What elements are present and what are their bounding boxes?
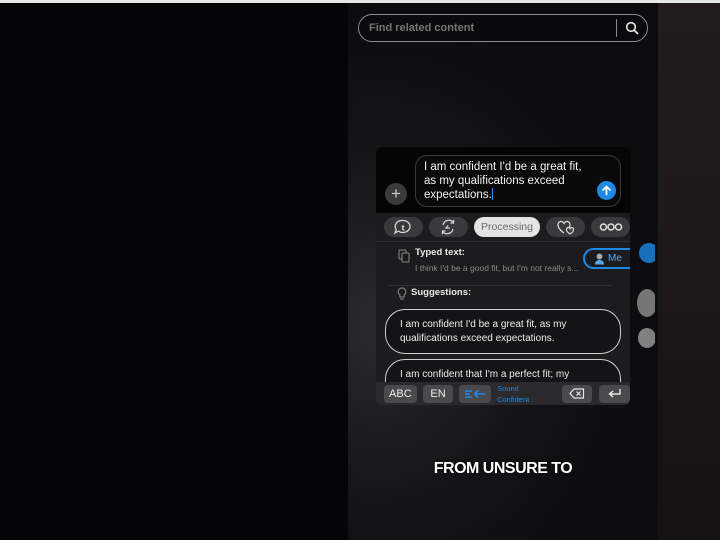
me-label: Me — [608, 253, 622, 264]
send-button[interactable] — [597, 181, 616, 200]
hearts-button[interactable] — [546, 217, 586, 237]
rephrase-button[interactable] — [428, 217, 468, 237]
processing-label: Processing — [481, 221, 533, 233]
tone-label-line1: Sound — [497, 383, 519, 393]
more-button[interactable] — [591, 217, 630, 237]
search-button[interactable] — [617, 15, 647, 41]
typed-text-label: Typed text: — [415, 247, 465, 258]
suggestion-text: I am confident that I'm a perfect fit; m… — [400, 369, 570, 380]
backspace-icon — [569, 388, 585, 399]
background-figure — [637, 243, 655, 348]
processing-button[interactable]: Processing — [473, 217, 541, 237]
phone-screen: + I am confident I'd be a great fit, as … — [348, 3, 658, 540]
plus-icon: + — [391, 184, 401, 203]
backspace-key[interactable] — [561, 384, 593, 403]
message-input[interactable]: I am confident I'd be a great fit, as my… — [415, 155, 621, 207]
video-caption: FROM UNSURE TO — [433, 460, 573, 477]
svg-text:t: t — [402, 223, 405, 233]
search-bar[interactable] — [358, 14, 648, 42]
tone-arrow-icon — [465, 389, 486, 398]
composer: + I am confident I'd be a great fit, as … — [376, 147, 630, 213]
copy-icon — [398, 249, 410, 263]
text-bubble-icon: t — [394, 219, 412, 235]
message-text: I am confident I'd be a great fit, as my… — [424, 161, 582, 201]
feature-toolbar: t Processing — [376, 217, 630, 241]
tone-label: Sound Confident — [497, 383, 551, 405]
suggestion-text: I am confident I'd be a great fit, as my… — [400, 319, 567, 344]
more-icon — [599, 223, 622, 231]
suggestion-card[interactable]: I am confident I'd be a great fit, as my… — [385, 309, 621, 354]
search-input[interactable] — [359, 22, 616, 34]
return-icon — [608, 389, 621, 398]
section-divider — [388, 285, 612, 286]
toolbar-divider — [376, 241, 630, 242]
add-button[interactable]: + — [385, 183, 407, 205]
language-key[interactable]: EN — [422, 384, 454, 403]
abc-key[interactable]: ABC — [384, 384, 417, 403]
me-button[interactable]: Me — [583, 248, 630, 269]
typed-text-value: I think I'd be a good fit, but I'm not r… — [415, 263, 579, 273]
search-icon — [625, 21, 639, 35]
tone-key[interactable] — [459, 384, 492, 403]
person-icon — [595, 253, 604, 264]
arrow-up-icon — [602, 185, 611, 196]
left-letterbox — [0, 3, 348, 540]
hearts-icon — [557, 220, 574, 235]
lightbulb-icon — [397, 287, 407, 300]
text-tool-button[interactable]: t — [384, 217, 423, 237]
keyboard-bottom-bar: ABC EN Sound Confident — [376, 382, 630, 405]
tone-label-line2: Confident — [497, 394, 530, 404]
rephrase-icon — [442, 219, 455, 235]
keyboard-panel: + I am confident I'd be a great fit, as … — [376, 147, 630, 405]
suggestions-heading: Suggestions: — [411, 287, 472, 298]
right-letterbox — [658, 3, 720, 540]
return-key[interactable] — [599, 384, 630, 403]
text-caret — [491, 188, 493, 200]
